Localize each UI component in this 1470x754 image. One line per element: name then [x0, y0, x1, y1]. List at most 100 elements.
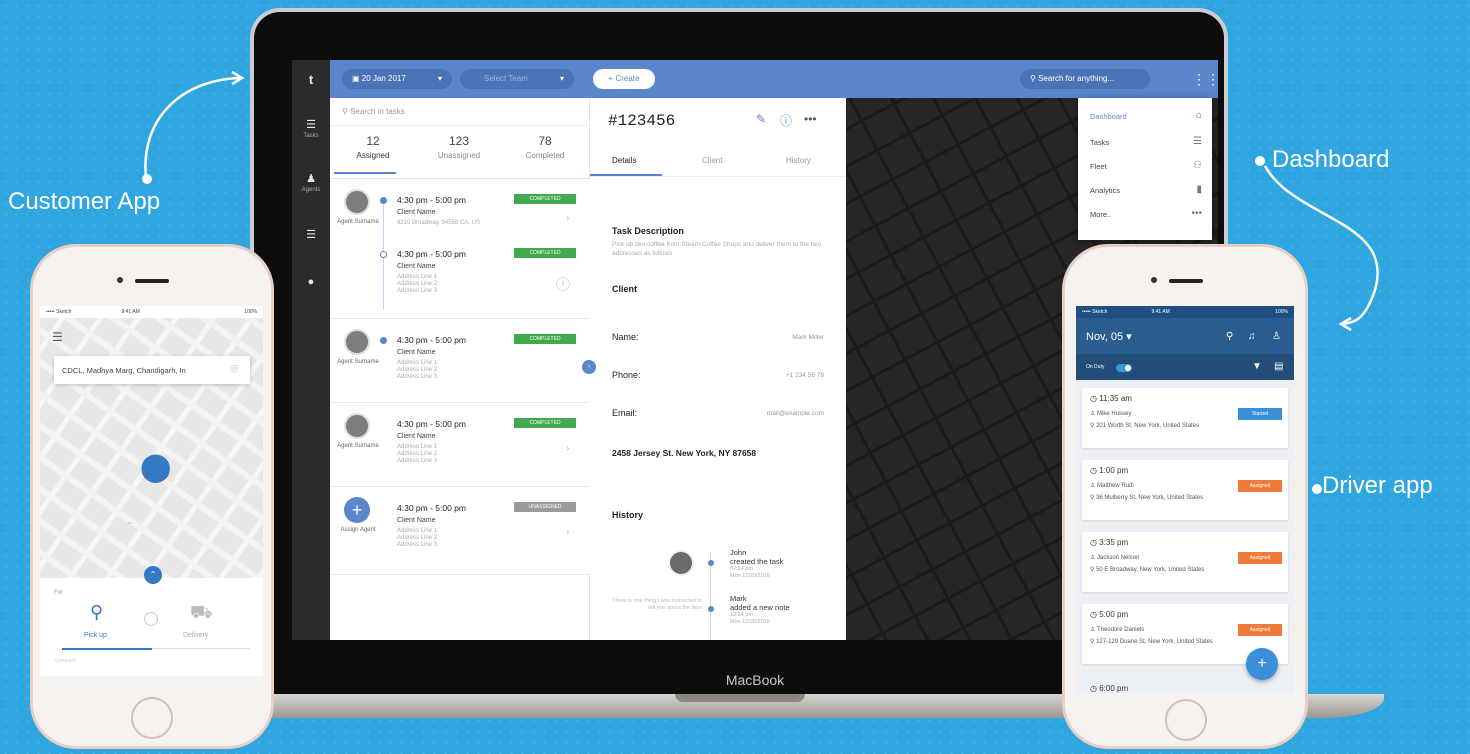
- driver-callout-dot: [1312, 484, 1322, 494]
- swap-icon[interactable]: [144, 612, 158, 626]
- chevron-up-icon[interactable]: ⌃: [144, 566, 162, 584]
- map-icon[interactable]: ▤: [1274, 361, 1283, 372]
- tab-unassigned[interactable]: 123 Unassigned: [416, 134, 502, 160]
- sidebar-item-tasks[interactable]: ☰ Tasks: [292, 118, 330, 139]
- home-button[interactable]: [131, 697, 173, 739]
- task-time: 4:30 pm - 5:00 pm: [397, 503, 466, 513]
- topbar: ▣ 20 Jan 2017 ▾ Select Team ▾ + Create ⚲ S…: [330, 60, 1218, 98]
- add-task-button[interactable]: +: [1246, 648, 1278, 680]
- tab-details[interactable]: Details: [612, 156, 636, 165]
- sidebar-item-agents[interactable]: ♟ Agents: [292, 172, 330, 193]
- task-card[interactable]: + Assign Agent 4:30 pm - 5:00 pm Client …: [330, 487, 590, 575]
- timeline-dot: [708, 606, 714, 612]
- history-actor: John: [730, 548, 747, 557]
- menu-item-fleet[interactable]: Fleet ⚇: [1090, 160, 1202, 171]
- tab-history[interactable]: History: [786, 156, 811, 165]
- history-action: created the task: [730, 557, 784, 566]
- tab-completed[interactable]: 78 Completed: [502, 134, 588, 160]
- task-name: ♙ Theodore Daniels: [1090, 626, 1144, 633]
- hamburger-icon[interactable]: ☰: [52, 330, 63, 344]
- list-icon: ☰: [306, 119, 316, 131]
- menu-item-tasks[interactable]: Tasks ☰: [1090, 136, 1202, 147]
- task-time: 4:30 pm - 5:00 pm: [397, 249, 466, 259]
- macbook-label: MacBook: [725, 672, 785, 688]
- task-address-value: 50 E Broadway, New York, United States: [1096, 567, 1205, 573]
- unassigned-count: 123: [448, 134, 470, 148]
- on-duty-toggle[interactable]: [1116, 364, 1132, 372]
- chevron-right-icon[interactable]: ›: [566, 213, 569, 224]
- clock-icon: ◷: [1090, 466, 1100, 475]
- map-pin-icon: ⬤: [140, 451, 172, 482]
- customer-callout-dot: [142, 174, 152, 184]
- assigned-label: Assigned: [356, 151, 390, 160]
- agent-name: Agent Surname: [337, 443, 379, 449]
- list-item[interactable]: ◷ 1:00 pm ♙ Matthew Rudi ⚲ 36 Mulberry S…: [1082, 460, 1288, 520]
- location-input[interactable]: CDCL, Madhya Marg, Chandigarh, In: [54, 356, 250, 384]
- bell-icon[interactable]: ♫: [1248, 331, 1256, 342]
- location-pin-icon[interactable]: ⌾: [230, 361, 238, 377]
- more-icon[interactable]: •••: [804, 112, 817, 126]
- task-time: ◷ 3:35 pm: [1090, 538, 1128, 547]
- status-badge: COMPLETED: [514, 334, 576, 344]
- phone-value: +1 234 56 78: [785, 372, 824, 379]
- dashboard-callout: Dashboard: [1272, 146, 1390, 173]
- apps-grid-icon[interactable]: ⋮⋮⋮: [1192, 72, 1218, 86]
- date-picker[interactable]: ▣ 20 Jan 2017 ▾: [342, 69, 452, 89]
- pickup-icon[interactable]: ⚲: [90, 602, 103, 623]
- task-time-value: 6:00 pm: [1099, 684, 1129, 693]
- client-name: Client Name: [397, 433, 436, 440]
- history-entry: Mark added a new note 12:24 pm Mon 12/20/2…: [730, 594, 790, 626]
- info-icon[interactable]: i: [556, 277, 570, 291]
- task-name-value: Mike Hussey: [1097, 411, 1132, 417]
- task-name: ♙ Jackson Nelson: [1090, 554, 1139, 561]
- sidebar-item-menu[interactable]: ☰: [292, 228, 330, 241]
- task-time: 4:30 pm - 5:00 pm: [397, 335, 466, 345]
- client-address: Address Line 1 Address Line 2 Address Li…: [397, 444, 438, 464]
- edit-icon[interactable]: ✎: [756, 112, 766, 126]
- global-search-input[interactable]: ⚲ Search for anything...: [1020, 69, 1150, 89]
- task-time-value: 5:00 pm: [1099, 610, 1129, 619]
- date-selector[interactable]: Nov, 05 ▾: [1086, 330, 1132, 343]
- menu-item-dashboard[interactable]: Dashboard ⌂: [1090, 110, 1202, 121]
- pickup-option[interactable]: Pick up: [84, 632, 107, 639]
- tab-assigned[interactable]: 12 Assigned: [330, 134, 416, 160]
- chevron-right-icon[interactable]: ›: [566, 443, 569, 454]
- tab-client[interactable]: Client: [702, 156, 722, 165]
- home-icon: ⌂: [1195, 110, 1202, 121]
- logo-t-icon[interactable]: t: [292, 72, 330, 87]
- customer-app-callout: Customer App: [8, 188, 161, 215]
- chevron-right-icon[interactable]: ›: [566, 527, 569, 538]
- sidebar-item-profile[interactable]: ●: [292, 276, 330, 288]
- team-select[interactable]: Select Team ▾: [460, 69, 574, 89]
- list-item[interactable]: ◷ 3:35 pm ♙ Jackson Nelson ⚲ 50 E Broadw…: [1082, 532, 1288, 592]
- profile-icon[interactable]: ♙: [1272, 331, 1281, 342]
- delivery-option[interactable]: Delivery: [183, 632, 208, 639]
- assign-icon[interactable]: ⓘ: [780, 112, 792, 129]
- list-item[interactable]: ◷ 11:35 am ♙ Mike Hussey ⚲ 201 Worth St,…: [1082, 388, 1288, 448]
- status-carrier: ••••• Sketch: [1082, 309, 1108, 315]
- search-icon[interactable]: ⚲: [1226, 331, 1233, 342]
- task-card[interactable]: Agent Surname 4:30 pm - 5:00 pm Client N…: [330, 319, 590, 403]
- create-button[interactable]: + Create: [593, 69, 655, 89]
- task-card[interactable]: Agent Surname 4:30 pm - 5:00 pm Client N…: [330, 403, 590, 487]
- task-time-value: 1:00 pm: [1099, 466, 1129, 475]
- expand-detail-button[interactable]: ›: [582, 360, 596, 374]
- delivery-truck-icon[interactable]: ⛟: [190, 602, 213, 626]
- client-address: 2458 Jersey St. New York, NY 87658: [612, 448, 757, 458]
- task-card[interactable]: Agent Surname 4:30 pm - 5:00 pm Client N…: [330, 179, 590, 319]
- home-button[interactable]: [1165, 699, 1207, 741]
- timeline-dot: [380, 197, 387, 204]
- comment-input[interactable]: Comment: [54, 658, 76, 664]
- assign-agent-button[interactable]: +: [344, 497, 370, 523]
- menu-item-more[interactable]: More.. •••: [1090, 208, 1202, 219]
- chevron-down-icon: ▾: [437, 74, 442, 83]
- task-search-input[interactable]: ⚲ Search in tasks: [330, 98, 590, 126]
- list-icon: ☰: [1193, 136, 1202, 147]
- task-name-value: Jackson Nelson: [1097, 555, 1140, 561]
- filter-icon[interactable]: ▼: [1252, 361, 1262, 372]
- assigned-count: 12: [366, 134, 380, 148]
- clock-icon: ◷: [1090, 538, 1100, 547]
- menu-item-analytics[interactable]: Analytics ▮: [1090, 184, 1202, 195]
- sidebar: t ☰ Tasks ♟ Agents ☰ ●: [292, 60, 330, 640]
- status-badge: COMPLETED: [514, 194, 576, 204]
